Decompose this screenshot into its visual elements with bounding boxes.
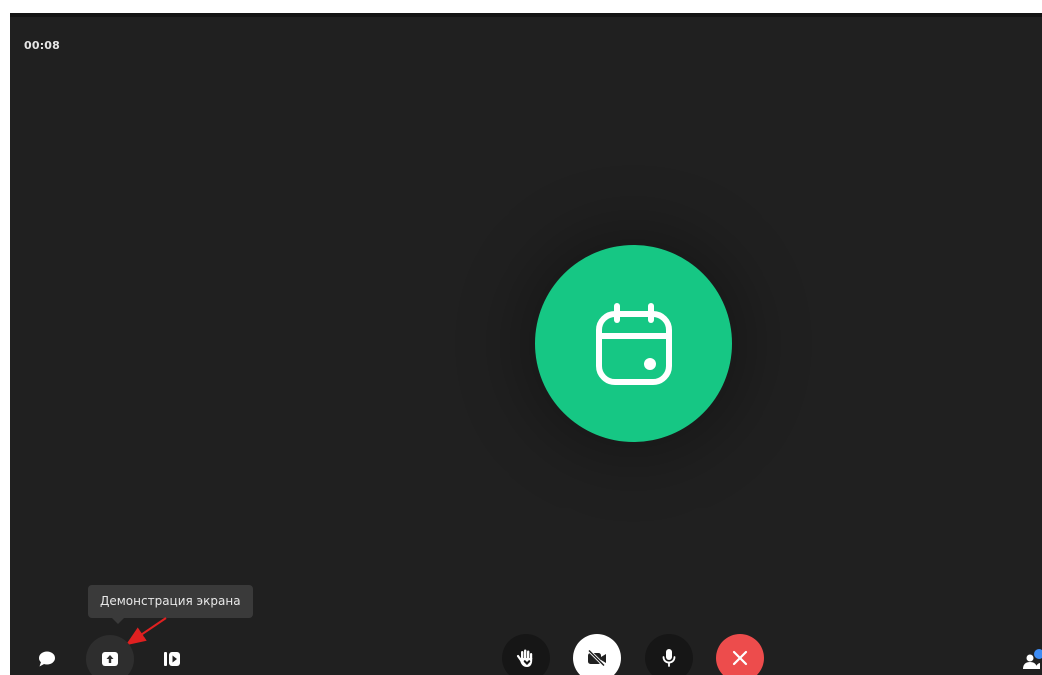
camera-toggle-button[interactable]	[573, 634, 621, 675]
hang-up-icon	[732, 650, 748, 666]
screen-share-tooltip: Демонстрация экрана	[88, 585, 253, 624]
chat-button[interactable]	[31, 643, 63, 675]
microphone-icon	[662, 649, 676, 667]
participants-icon	[1023, 649, 1042, 669]
raise-hand-icon	[516, 649, 533, 667]
raise-hand-button[interactable]	[502, 634, 550, 675]
microphone-button[interactable]	[645, 634, 693, 675]
hang-up-button[interactable]	[716, 634, 764, 675]
camera-off-icon	[587, 649, 606, 667]
top-strip	[10, 13, 1042, 17]
record-button[interactable]	[156, 643, 188, 675]
participants-button[interactable]	[1018, 643, 1042, 675]
screen-share-button[interactable]	[86, 635, 134, 675]
chat-icon	[39, 651, 55, 667]
screen-share-icon	[102, 652, 118, 666]
record-icon	[164, 652, 180, 666]
calendar-icon	[595, 302, 672, 385]
annotation-arrow	[125, 617, 167, 646]
call-window: 00:08 Демонстрация экрана	[10, 13, 1042, 675]
call-timer: 00:08	[24, 39, 61, 52]
participant-avatar	[535, 245, 732, 442]
